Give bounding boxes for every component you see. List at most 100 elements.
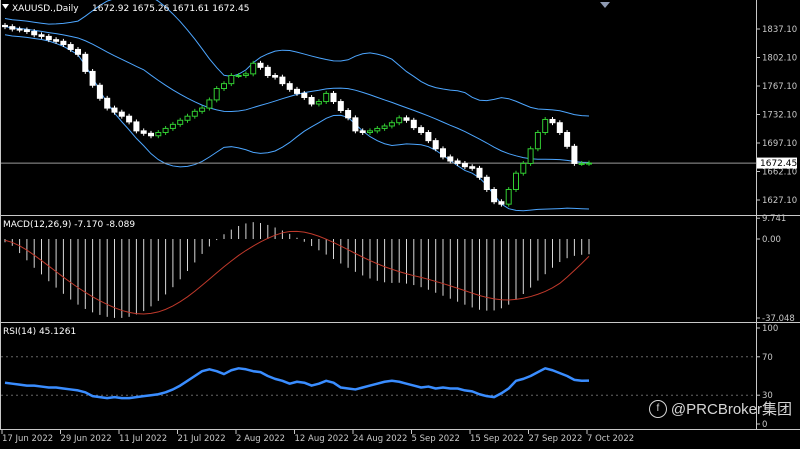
bear-candle [104, 97, 111, 109]
bear-candle [16, 28, 23, 31]
bear-candle [118, 111, 125, 117]
bull-candle [191, 110, 198, 117]
bear-candle [549, 118, 556, 124]
time-axis-label: 27 Sep 2022 [529, 434, 583, 444]
rsi-axis-label: 0 [762, 420, 767, 430]
bear-candle [403, 117, 410, 121]
bear-candle [469, 166, 476, 169]
price-axis-label: 1802.10 [762, 54, 797, 64]
bull-candle [177, 119, 184, 125]
bear-candle [38, 34, 45, 37]
bull-candle [162, 127, 169, 133]
bull-candle [206, 99, 213, 109]
time-axis-label: 24 Aug 2022 [353, 434, 407, 444]
time-axis-label: 12 Aug 2022 [295, 434, 349, 444]
bull-candle [396, 117, 403, 124]
macd-header: MACD(12,26,9) -7.170 -8.089 [3, 220, 135, 230]
rsi-axis-label: 70 [762, 353, 773, 363]
bull-candle [520, 162, 527, 174]
bear-candle [476, 167, 483, 178]
bull-candle [586, 162, 592, 165]
bear-candle [2, 24, 8, 28]
bear-candle [148, 132, 154, 137]
bull-candle [542, 118, 549, 133]
bear-candle [432, 140, 439, 150]
bollinger-upper-band [4, 0, 590, 117]
bull-candle [374, 127, 381, 132]
chart-frame [0, 0, 800, 430]
bear-candle [301, 92, 308, 98]
bear-candle [82, 53, 89, 72]
bear-candle [418, 127, 425, 133]
bear-candle [440, 148, 446, 158]
bull-candle [235, 74, 242, 77]
bull-candle [242, 73, 249, 76]
time-axis-label: 2 Aug 2022 [236, 434, 285, 444]
bear-candle [9, 26, 16, 30]
bear-candle [257, 62, 264, 68]
bull-candle [199, 107, 206, 112]
bull-candle [184, 115, 191, 121]
bull-candle [323, 92, 330, 103]
price-axis-label: 1732.10 [762, 111, 797, 121]
bollinger-lower-band [4, 34, 590, 212]
price-axis-label: 1767.10 [762, 82, 797, 92]
macd-axis-label: 0.00 [762, 235, 781, 245]
bear-candle [447, 156, 454, 162]
price-axis-label: 1697.10 [762, 139, 797, 149]
bull-candle [534, 131, 541, 150]
time-axis-label: 7 Oct 2022 [587, 434, 634, 444]
bear-candle [345, 110, 352, 119]
chart-shift-marker-icon[interactable] [600, 2, 610, 8]
bull-candle [578, 162, 585, 165]
bull-candle [505, 188, 512, 205]
bull-candle [169, 123, 176, 129]
bear-candle [279, 76, 286, 85]
bull-candle [250, 62, 257, 75]
bear-candle [111, 107, 118, 113]
bear-candle [425, 131, 432, 142]
bear-candle [337, 101, 344, 112]
broker-logo-icon: f [648, 399, 667, 418]
bear-candle [67, 44, 74, 50]
bear-candle [330, 92, 337, 103]
bear-candle [53, 39, 60, 42]
ohlc-label: 1672.92 1675.26 1671.61 1672.45 [92, 4, 249, 14]
price-panel-header: XAUUSD.,Daily 1672.92 1675.26 1671.61 16… [2, 4, 249, 14]
bear-candle [286, 83, 293, 90]
bull-candle [315, 101, 322, 105]
bear-candle [60, 40, 67, 46]
bear-candle [564, 131, 571, 147]
bull-candle [381, 125, 388, 129]
bear-candle [352, 117, 359, 132]
bear-candle [31, 31, 38, 36]
bull-candle [527, 148, 534, 164]
bear-candle [294, 88, 300, 94]
bull-candle [155, 131, 162, 137]
bull-candle [513, 172, 519, 190]
bear-candle [133, 121, 140, 132]
current-price-tag: 1672.45 [757, 157, 797, 169]
collapse-triangle-icon[interactable] [2, 4, 9, 9]
bear-candle [491, 188, 498, 203]
price-axis-label: 1627.10 [762, 196, 797, 206]
bull-candle [228, 74, 235, 85]
current-price-label: 1672.45 [760, 159, 797, 169]
symbol-label: XAUUSD.,Daily [12, 4, 79, 14]
time-axis-label: 21 Jul 2022 [178, 434, 226, 444]
bull-candle [367, 130, 373, 133]
bull-candle [213, 88, 220, 101]
bear-candle [483, 176, 490, 190]
watermark-text: @PRCBroker集团 [670, 401, 792, 418]
bear-candle [75, 48, 81, 55]
macd-axis-label: 9.741 [762, 214, 786, 224]
bear-candle [359, 130, 366, 133]
bull-candle [388, 122, 395, 127]
chart-canvas[interactable]: 1837.101802.101767.101732.101697.101662.… [0, 0, 800, 445]
bull-candle [221, 83, 227, 90]
trading-chart[interactable]: 1837.10 1802.10 1767.10 1732.10 1697.10 1662.… [0, 0, 800, 445]
time-axis-label: 29 Jun 2022 [61, 434, 112, 444]
bear-candle [556, 122, 563, 133]
bear-candle [264, 66, 271, 76]
rsi-header: RSI(14) 45.1261 [3, 327, 76, 337]
